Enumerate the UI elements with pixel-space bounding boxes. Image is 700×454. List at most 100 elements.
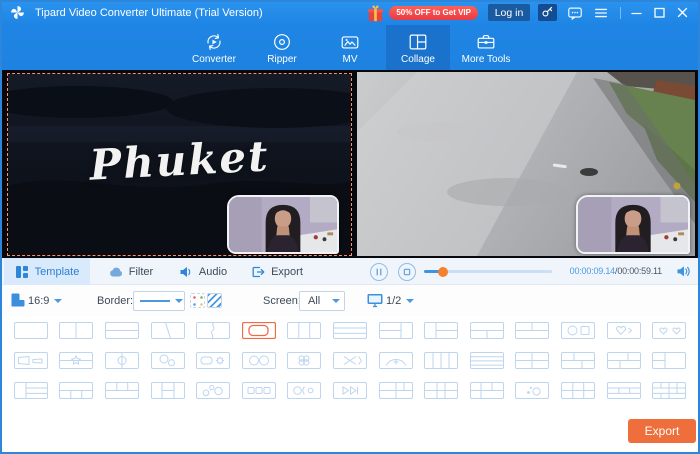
nav-tab-collage[interactable]: Collage [386,25,450,70]
border-line-sample [140,300,170,302]
template-option-13-circsq[interactable] [560,322,595,339]
template-option-8-h3[interactable] [332,322,367,339]
screen-value: All [308,295,321,307]
template-option-40-g32a[interactable] [424,382,459,399]
screen-label: Screen: [263,295,301,307]
template-option-5-curve[interactable] [196,322,231,339]
aspect-ratio-icon[interactable] [9,291,27,309]
close-button[interactable] [675,5,690,20]
export-arrow-icon [251,265,265,279]
video-right[interactable] [357,72,695,256]
template-option-39-gr3[interactable] [378,382,413,399]
tab-filter[interactable]: Filter [100,258,162,285]
progress-slider[interactable] [424,266,552,277]
template-option-30-l2big[interactable] [652,352,687,369]
template-option-4-diag[interactable] [150,322,185,339]
minimize-button[interactable] [629,5,644,20]
nav-tab-ripper[interactable]: Ripper [250,25,314,70]
template-option-6-pip[interactable] [241,322,276,339]
export-button[interactable]: Export [628,419,696,443]
border-color-button[interactable] [190,293,205,308]
template-option-31-l1r3[interactable] [13,382,48,399]
nav-tab-converter[interactable]: Converter [182,25,246,70]
feedback-icon[interactable] [567,5,583,21]
nav-tab-label: MV [342,53,358,65]
template-option-42-dots[interactable] [515,382,550,399]
template-option-44-h3m[interactable] [606,382,641,399]
webcam-overlay[interactable] [576,195,690,254]
template-option-34-mid[interactable] [150,382,185,399]
stop-button[interactable] [398,263,416,281]
template-option-37-obo[interactable] [287,382,322,399]
nav-tab-label: Converter [192,53,236,65]
gift-icon[interactable] [366,4,385,25]
key-icon [541,5,554,21]
template-option-1-blank[interactable] [13,322,48,339]
menu-icon[interactable] [593,5,609,21]
template-option-41-mix[interactable] [469,382,504,399]
tab-export[interactable]: Export [244,258,310,285]
tab-template[interactable]: Template [4,258,90,285]
template-option-11-t1b2[interactable] [469,322,504,339]
template-option-28-g22a[interactable] [560,352,595,369]
app-logo-icon [9,4,26,21]
template-option-33-t3[interactable] [104,382,139,399]
nav-tab-more-tools[interactable]: More Tools [454,25,518,70]
template-option-22-clover[interactable] [287,352,322,369]
template-option-18-circv[interactable] [104,352,139,369]
template-option-25-v4[interactable] [424,352,459,369]
template-option-14-blob[interactable] [606,322,641,339]
template-option-21-OO[interactable] [241,352,276,369]
template-option-43-g32[interactable] [560,382,595,399]
border-pattern-button[interactable] [207,293,222,308]
time-display: 00:00:09.14/00:00:59.11 [570,266,663,276]
template-option-12-t2b1[interactable] [515,322,550,339]
tab-audio[interactable]: Audio [172,258,234,285]
page-caret-icon[interactable] [406,299,414,303]
template-option-3-h2[interactable] [104,322,139,339]
pause-button[interactable] [370,263,388,281]
video-left[interactable]: Phuket [7,73,352,256]
webcam-overlay[interactable] [227,195,339,254]
tab-label: Audio [198,265,228,278]
template-option-15-hearts[interactable] [652,322,687,339]
webcam-frame [229,197,337,252]
login-button[interactable]: Log in [488,4,530,21]
nav-bar: Converter Ripper MV Collage More Tools [0,25,700,70]
nav-tab-mv[interactable]: MV [318,25,382,70]
template-option-23-xbr[interactable] [332,352,367,369]
template-option-17-star[interactable] [59,352,94,369]
template-option-32-b3[interactable] [59,382,94,399]
ripper-icon [271,31,293,53]
template-option-7-v3[interactable] [287,322,322,339]
template-option-38-arr2[interactable] [332,382,367,399]
maximize-button[interactable] [652,5,667,20]
aspect-ratio-value[interactable]: 16:9 [28,295,49,307]
display-page-icon[interactable] [366,291,384,309]
template-grid [8,322,692,399]
template-option-27-g22[interactable] [515,352,550,369]
screen-dropdown[interactable]: All [299,291,345,311]
aspect-caret-icon[interactable] [54,299,62,303]
template-option-19-oo[interactable] [150,352,185,369]
template-option-10-l1r2[interactable] [424,322,459,339]
audio-speaker-icon [179,265,193,279]
template-option-20-gear[interactable] [196,352,231,369]
register-key-button[interactable] [538,4,557,21]
progress-knob[interactable] [438,266,449,277]
template-option-24-arch[interactable] [378,352,413,369]
template-option-45-cx[interactable] [652,382,687,399]
template-option-26-h4[interactable] [469,352,504,369]
page-indicator: 1/2 [386,295,402,307]
template-option-35-ooo[interactable] [196,382,231,399]
mv-icon [339,31,361,53]
template-option-9-l2r1[interactable] [378,322,413,339]
template-option-36-sq3[interactable] [241,382,276,399]
tab-label: Template [34,265,80,278]
template-option-2-v2[interactable] [59,322,94,339]
border-style-dropdown[interactable] [133,291,185,311]
template-option-29-g22b[interactable] [606,352,641,369]
volume-icon[interactable] [676,264,691,279]
promo-badge[interactable]: 50% OFF to Get VIP [389,5,478,20]
template-option-16-traps[interactable] [13,352,48,369]
